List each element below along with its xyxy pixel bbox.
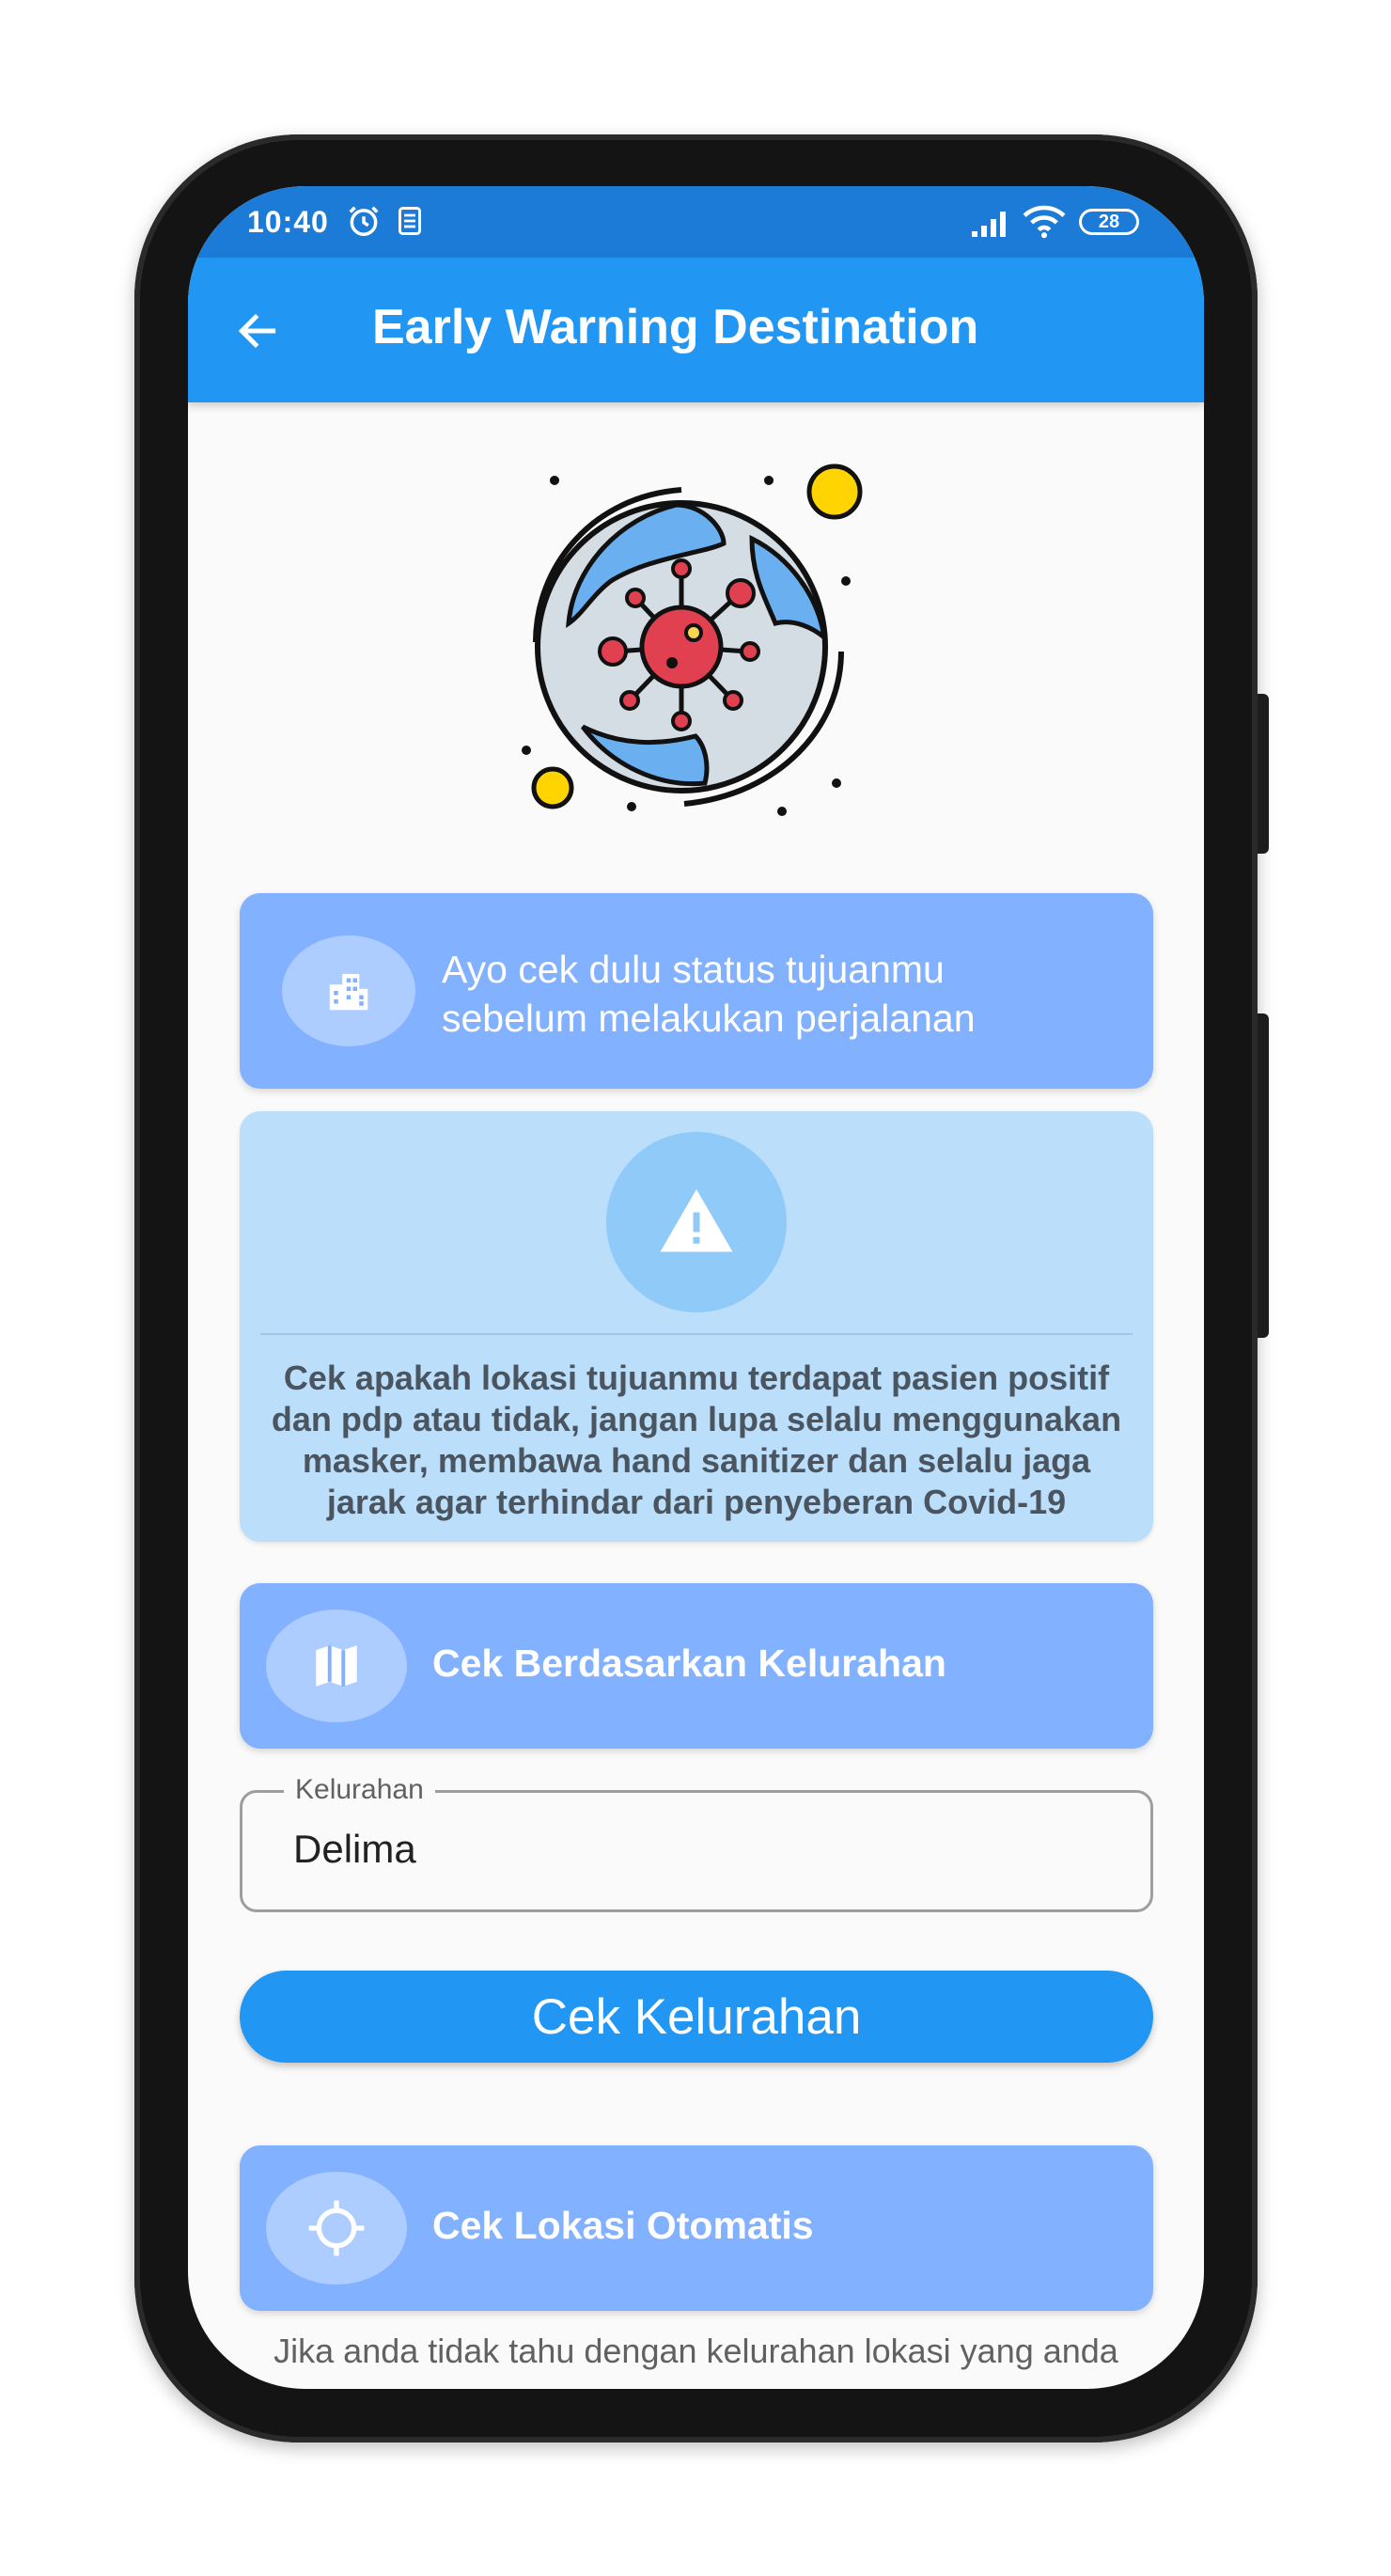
warning-icon-circle [606,1132,787,1312]
power-button [1258,1013,1269,1338]
cek-lokasi-otomatis-card[interactable]: Cek Lokasi Otomatis [240,2145,1153,2311]
map-icon-bubble [266,1610,407,1722]
cek-kelurahan-button[interactable]: Cek Kelurahan [240,1971,1153,2063]
kelurahan-field-label: Kelurahan [284,1774,435,1806]
status-bar: 10:40 28 [188,186,1204,258]
warning-divider [260,1333,1133,1335]
intro-line-2: sebelum melakukan perjalanan [442,997,976,1040]
intro-icon-bubble [282,935,415,1046]
kelurahan-field-value[interactable]: Delima [293,1827,416,1872]
cek-kelurahan-label: Cek Berdasarkan Kelurahan [432,1641,946,1685]
intro-card: Ayo cek dulu status tujuanmu sebelum mel… [240,893,1153,1089]
status-time: 10:40 [247,205,329,239]
cek-kelurahan-card[interactable]: Cek Berdasarkan Kelurahan [240,1583,1153,1749]
page-title: Early Warning Destination [372,300,979,354]
wifi-icon [1023,205,1066,239]
kelurahan-field[interactable]: Kelurahan Delima [240,1774,1153,1912]
cek-lokasi-otomatis-label: Cek Lokasi Otomatis [432,2204,814,2247]
gps-icon-bubble [266,2172,407,2285]
alarm-icon [349,206,379,236]
gps-crosshair-icon [308,2200,365,2256]
intro-line-1: Ayo cek dulu status tujuanmu [442,948,945,991]
battery-icon: 28 [1079,209,1139,235]
warning-text: Cek apakah lokasi tujuanmu terdapat pasi… [271,1359,1122,1521]
city-icon [329,974,368,1011]
note-icon [399,207,421,235]
app-bar: Early Warning Destination [188,258,1204,402]
signal-icon [972,212,1006,237]
phone-frame: 10:40 28 Early Warning Destination Ayo c… [134,134,1269,2442]
intro-text: Ayo cek dulu status tujuanmu sebelum mel… [442,945,976,1043]
warning-triangle-icon [660,1189,733,1252]
map-icon [316,1645,357,1687]
footnote-text: Jika anda tidak tahu dengan kelurahan lo… [274,2332,1118,2370]
globe-virus-illustration [522,463,863,816]
screen: 10:40 28 Early Warning Destination Ayo c… [188,186,1204,2389]
volume-button [1258,694,1269,854]
warning-card: Cek apakah lokasi tujuanmu terdapat pasi… [240,1111,1153,1542]
back-button[interactable] [224,297,291,365]
arrow-left-icon [238,313,276,349]
